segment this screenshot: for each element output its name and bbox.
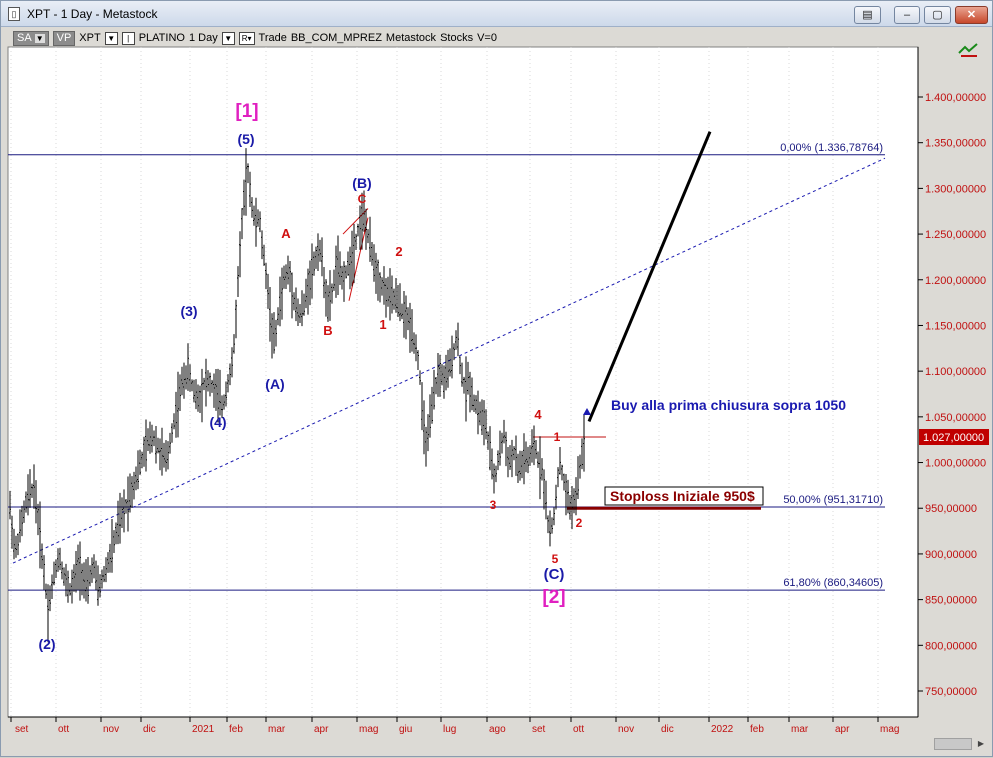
wave-label: 2: [395, 244, 402, 259]
wave-label: (5): [237, 131, 254, 147]
fib-level-label: 50,00% (951,31710): [783, 494, 883, 506]
wave-label: (3): [180, 303, 197, 319]
x-tick-label: apr: [314, 724, 329, 735]
last-price-text: 1.027,00000: [923, 432, 984, 444]
x-tick-label: 2021: [192, 724, 215, 735]
wave-label: [1]: [235, 101, 258, 122]
y-tick-label: 750,00000: [925, 686, 977, 698]
y-tick-label: 1.150,00000: [925, 320, 986, 332]
x-tick-label: mag: [359, 724, 378, 735]
x-tick-label: apr: [835, 724, 850, 735]
wave-label: 2: [576, 516, 583, 530]
wave-label: [2]: [542, 587, 565, 608]
x-tick-label: set: [532, 724, 546, 735]
horizontal-scroll-thumb[interactable]: [934, 738, 972, 750]
y-tick-label: 1.300,00000: [925, 183, 986, 195]
metastock-window: ▯ XPT - 1 Day - Metastock ▤ ‒ ▢ ✕ SA ▼ VP…: [0, 0, 993, 757]
x-tick-label: nov: [103, 724, 119, 735]
wave-label: (B): [352, 175, 371, 191]
wave-label: 1: [379, 317, 386, 332]
y-tick-label: 1.000,00000: [925, 458, 986, 470]
scroll-right-icon[interactable]: ▶: [975, 738, 987, 750]
y-tick-label: 1.400,00000: [925, 92, 986, 104]
x-tick-label: 2022: [711, 724, 734, 735]
wave-label: 4: [534, 407, 542, 422]
x-tick-label: set: [15, 724, 29, 735]
x-tick-label: lug: [443, 724, 456, 735]
x-tick-label: ott: [573, 724, 584, 735]
x-tick-label: giu: [399, 724, 412, 735]
y-tick-label: 1.350,00000: [925, 138, 986, 150]
stoploss-annotation: Stoploss Iniziale 950$: [610, 488, 755, 504]
wave-label: (A): [265, 376, 284, 392]
x-tick-label: ago: [489, 724, 506, 735]
fib-level-label: 0,00% (1.336,78764): [780, 142, 883, 154]
x-tick-label: mag: [880, 724, 899, 735]
wave-label: A: [281, 226, 291, 241]
price-chart[interactable]: 1.400,00000 1.350,00000 1.300,00000 1.250,0…: [1, 1, 993, 758]
x-tick-label: dic: [143, 724, 156, 735]
wave-label: C: [358, 192, 367, 206]
y-axis-ticks: 1.400,00000 1.350,00000 1.300,00000 1.250,0…: [918, 92, 986, 698]
x-tick-label: feb: [229, 724, 243, 735]
x-tick-label: dic: [661, 724, 674, 735]
wave-label: (4): [209, 414, 226, 430]
wave-label: (C): [544, 566, 565, 583]
x-tick-label: feb: [750, 724, 764, 735]
y-tick-label: 850,00000: [925, 595, 977, 607]
y-tick-label: 800,00000: [925, 640, 977, 652]
wave-label: B: [323, 323, 332, 338]
y-tick-label: 1.050,00000: [925, 412, 986, 424]
y-tick-label: 1.100,00000: [925, 366, 986, 378]
wave-label: 1: [554, 430, 561, 444]
y-tick-label: 950,00000: [925, 503, 977, 515]
y-tick-label: 900,00000: [925, 549, 977, 561]
wave-label: (2): [38, 636, 55, 652]
wave-label: 3: [490, 498, 497, 512]
x-tick-label: mar: [791, 724, 809, 735]
y-tick-label: 1.200,00000: [925, 275, 986, 287]
y-tick-label: 1.250,00000: [925, 229, 986, 241]
buy-annotation: Buy alla prima chiusura sopra 1050: [611, 397, 846, 413]
x-tick-label: mar: [268, 724, 286, 735]
fib-level-label: 61,80% (860,34605): [783, 577, 883, 589]
wave-label: 5: [552, 552, 559, 566]
x-axis-ticks: set ott nov dic 2021 feb mar apr mag giu lug ago set…: [10, 717, 899, 735]
x-tick-label: nov: [618, 724, 634, 735]
x-tick-label: ott: [58, 724, 69, 735]
